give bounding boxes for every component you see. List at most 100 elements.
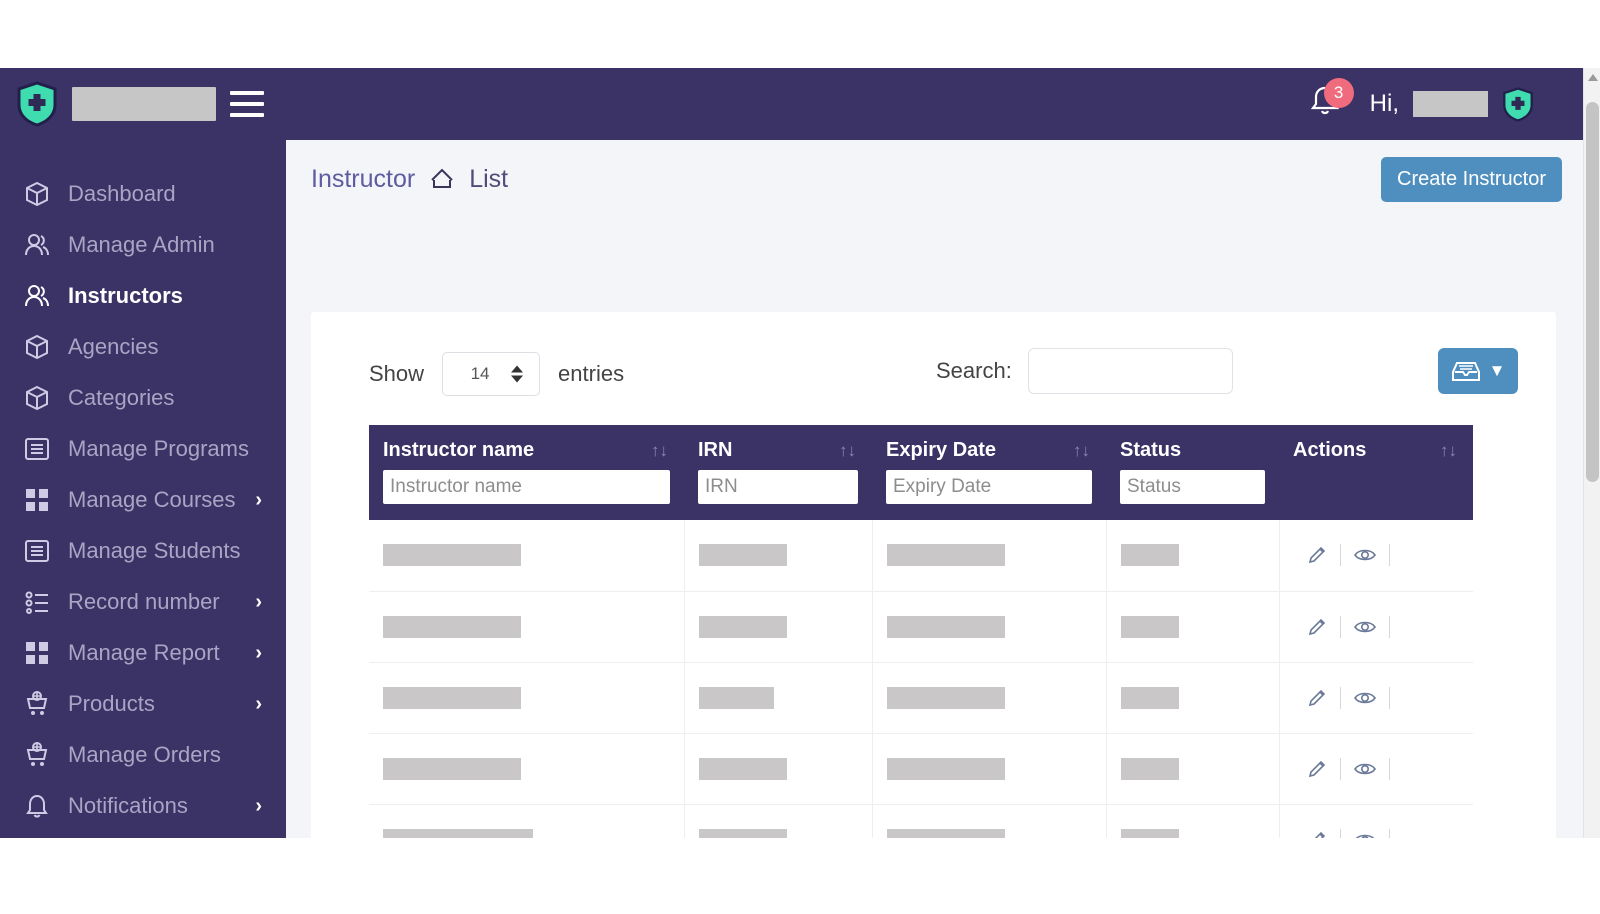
scroll-up-arrow-icon[interactable] (1588, 74, 1598, 81)
sidebar-item-agencies[interactable]: Agencies (0, 321, 286, 372)
row-actions (1294, 615, 1460, 638)
page-size-select[interactable]: 14 (442, 352, 541, 396)
sidebar-item-manage-report[interactable]: Manage Report › (0, 627, 286, 678)
cart-icon (22, 689, 52, 719)
cell-expiry-date (871, 520, 1107, 592)
vertical-scrollbar[interactable] (1583, 68, 1600, 838)
cell-instructor-name (369, 520, 685, 592)
redacted-value (1120, 686, 1179, 709)
sidebar-item-manage-programs[interactable]: Manage Programs (0, 423, 286, 474)
sidebar-item-manage-orders[interactable]: Manage Orders (0, 729, 286, 780)
column-header-expiry-date[interactable]: Expiry Date ↑↓ (872, 425, 1106, 470)
user-menu[interactable]: Hi, (1370, 86, 1534, 122)
divider (1388, 828, 1390, 838)
cell-expiry-date (871, 733, 1107, 805)
redacted-value (698, 828, 787, 838)
column-header-label: IRN (698, 439, 733, 461)
filter-input-expiry-date[interactable] (886, 470, 1092, 504)
show-label: Show (369, 361, 425, 386)
edit-icon[interactable] (1294, 687, 1340, 709)
redacted-value (698, 615, 787, 638)
filter-input-instructor-name[interactable] (383, 470, 670, 504)
view-icon[interactable] (1341, 617, 1389, 637)
filter-input-status[interactable] (1120, 470, 1265, 504)
create-instructor-button[interactable]: Create Instructor (1381, 156, 1562, 202)
view-icon[interactable] (1341, 545, 1389, 565)
search-label: Search: (936, 358, 1012, 383)
brand-name-redacted (72, 87, 216, 121)
breadcrumb-parent[interactable]: Instructor (311, 165, 415, 194)
cell-actions (1278, 591, 1473, 663)
view-icon[interactable] (1341, 759, 1389, 779)
column-header-label: Instructor name (383, 439, 535, 461)
cart-icon (22, 740, 52, 770)
column-header-actions[interactable]: Actions ↑↓ (1279, 425, 1473, 470)
table-header-row: Instructor name ↑↓ IRN ↑↓ Expiry Date ↑↓ Statu… (369, 425, 1473, 470)
column-header-instructor-name[interactable]: Instructor name ↑↓ (369, 425, 684, 470)
cell-expiry-date (871, 662, 1107, 734)
table-row (369, 520, 1473, 592)
column-filter-irn (684, 470, 872, 520)
sort-toggle-icon[interactable]: ↑↓ (1073, 441, 1090, 461)
sidebar-item-manage-admin[interactable]: Manage Admin (0, 219, 286, 270)
column-header-label: Status (1120, 439, 1182, 461)
scrollbar-thumb[interactable] (1586, 102, 1599, 482)
chevron-right-icon: › (255, 590, 262, 613)
sort-toggle-icon[interactable]: ↑↓ (1440, 441, 1457, 461)
sidebar-item-manage-students[interactable]: Manage Students (0, 525, 286, 576)
shield-logo-icon (17, 81, 57, 127)
notification-count-badge: 3 (1323, 78, 1354, 108)
sidebar-item-dashboard[interactable]: Dashboard (0, 168, 286, 219)
cell-actions (1278, 733, 1473, 805)
cell-status (1105, 733, 1280, 805)
sidebar-item-record-number[interactable]: Record number › (0, 576, 286, 627)
table-row (369, 804, 1473, 838)
sidebar-item-label: Agencies (68, 333, 159, 359)
column-filter-expiry-date (872, 470, 1106, 520)
chevron-right-icon: › (255, 692, 262, 715)
brand-header (0, 68, 286, 140)
sidebar-item-products[interactable]: Products › (0, 678, 286, 729)
view-icon[interactable] (1341, 688, 1389, 708)
redacted-value (698, 544, 787, 567)
column-header-label: Actions (1293, 439, 1367, 461)
row-actions (1294, 544, 1460, 567)
divider (1388, 757, 1390, 780)
filter-input-irn[interactable] (698, 470, 858, 504)
redacted-value (886, 757, 1005, 780)
divider (1388, 686, 1390, 709)
sidebar-item-label: Manage Admin (68, 231, 215, 257)
sort-toggle-icon[interactable]: ↑↓ (651, 441, 668, 461)
topbar: 3 Hi, (286, 68, 1600, 140)
settings-list-icon (22, 587, 52, 617)
table-row (369, 591, 1473, 663)
edit-icon[interactable] (1294, 616, 1340, 638)
menu-toggle-icon[interactable] (230, 91, 270, 117)
view-icon[interactable] (1341, 830, 1389, 838)
avatar (1503, 86, 1533, 122)
sidebar-item-label: Dashboard (68, 180, 176, 206)
app-window: Dashboard Manage Admin Instructors Agencies… (0, 68, 1600, 838)
column-filter-instructor-name (369, 470, 684, 520)
breadcrumb-current: List (469, 164, 509, 193)
export-button[interactable]: ▼ (1438, 348, 1518, 394)
notifications-bell-icon[interactable]: 3 (1310, 78, 1354, 124)
search-input[interactable] (1027, 348, 1233, 394)
edit-icon[interactable] (1294, 829, 1340, 838)
sort-toggle-icon[interactable]: ↑↓ (839, 441, 856, 461)
edit-icon[interactable] (1294, 758, 1340, 780)
redacted-value (383, 544, 521, 567)
column-header-irn[interactable]: IRN ↑↓ (684, 425, 872, 470)
redacted-value (383, 828, 533, 838)
table-row (369, 662, 1473, 734)
sidebar-item-notifications[interactable]: Notifications › (0, 780, 286, 831)
sidebar-item-categories[interactable]: Categories (0, 372, 286, 423)
sidebar-item-manage-courses[interactable]: Manage Courses › (0, 474, 286, 525)
redacted-value (886, 615, 1005, 638)
edit-icon[interactable] (1294, 544, 1340, 566)
chevron-down-icon: ▼ (1488, 361, 1506, 380)
instructor-table-wrapper: Instructor name ↑↓ IRN ↑↓ Expiry Date ↑↓ Statu… (369, 425, 1473, 838)
sidebar-item-instructors[interactable]: Instructors (0, 270, 286, 321)
table-toolbar: Show 14 entries Search: ▼ (311, 312, 1556, 424)
sidebar-item-label: Notifications (68, 792, 188, 818)
